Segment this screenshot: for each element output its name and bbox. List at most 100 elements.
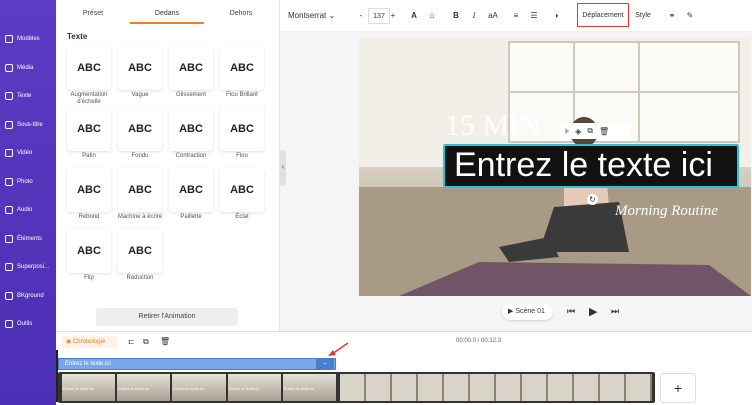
sidebar-item-label: Photo xyxy=(17,178,33,185)
text-track-clip[interactable]: Entrez le texte ici xyxy=(58,358,336,370)
animation-card[interactable]: ABC xyxy=(220,107,264,151)
animation-preview: ABC xyxy=(128,245,152,257)
font-name: Montserrat xyxy=(288,11,327,20)
play-button-icon[interactable]: ▶ xyxy=(589,305,597,318)
text-icon xyxy=(5,92,13,100)
text-clip-label: Entrez le texte ici xyxy=(65,361,111,367)
animation-card[interactable]: ABC xyxy=(118,168,162,212)
list-icon[interactable]: ☰ xyxy=(528,8,540,24)
sidebar-item[interactable]: Modèles xyxy=(0,28,56,50)
video-thumbnails xyxy=(340,374,652,401)
sidebar-item[interactable]: Vidéo xyxy=(0,142,56,164)
remove-animation-button[interactable]: Retirer l'Animation xyxy=(96,308,238,326)
deplacement-button[interactable]: Déplacement xyxy=(577,3,629,27)
animation-card[interactable]: ABC xyxy=(169,46,213,90)
scene-selector[interactable]: ▶ Scène 01 xyxy=(502,304,553,320)
tab-dedans[interactable]: Dedans xyxy=(130,0,204,24)
layers-icon[interactable]: ◈ xyxy=(575,127,581,136)
font-size-decrease-button[interactable]: - xyxy=(356,8,366,24)
sidebar-item[interactable]: Superposi... xyxy=(0,256,56,278)
animation-preview: ABC xyxy=(230,123,254,135)
split-icon[interactable]: ⊏ xyxy=(128,337,135,346)
video-preview[interactable]: 15 MIN Entrez le texte ici Morning Routi… xyxy=(359,37,751,296)
title-text[interactable]: 15 MIN xyxy=(445,109,541,143)
sidebar-item[interactable]: BKground xyxy=(0,285,56,307)
subtitle-icon xyxy=(5,120,13,129)
italic-icon[interactable]: I xyxy=(468,8,480,24)
red-arrow-icon xyxy=(328,342,349,356)
animation-card[interactable]: ABC xyxy=(220,46,264,90)
style-button[interactable]: Style xyxy=(632,8,654,24)
animation-preview: ABC xyxy=(77,245,101,257)
sidebar-item[interactable]: Éléments xyxy=(0,228,56,250)
animation-card[interactable]: ABC xyxy=(67,168,111,212)
chronologie-button[interactable]: ◉ Chronologie xyxy=(62,336,118,348)
animation-card[interactable]: ABC xyxy=(118,46,162,90)
thumbnail: Entrez le texte ici xyxy=(117,374,171,401)
font-select[interactable]: Montserrat ⌄ xyxy=(288,8,352,24)
animation-preview: ABC xyxy=(179,184,203,196)
animation-card[interactable]: ABC xyxy=(118,107,162,151)
animation-card[interactable]: ABC xyxy=(220,168,264,212)
opacity-icon[interactable]: ◑ xyxy=(550,8,562,24)
align-icon[interactable]: ⊧ xyxy=(565,127,569,136)
sidebar-item[interactable]: Média xyxy=(0,57,56,79)
animation-preview: ABC xyxy=(230,184,254,196)
animation-card[interactable]: ABC xyxy=(118,229,162,273)
animation-card[interactable]: ABC xyxy=(67,46,111,90)
align-icon[interactable]: ≡ xyxy=(510,8,522,24)
animation-preview: ABC xyxy=(128,184,152,196)
animation-preview: ABC xyxy=(77,184,101,196)
tab-dehors[interactable]: Dehors xyxy=(204,0,278,24)
collapse-panel-handle[interactable]: ‹ xyxy=(280,150,286,186)
video-thumbnails-text: Entrez le texte ici Entrez le texte ici … xyxy=(62,374,337,401)
clip-resize-handle[interactable]: ⇔ xyxy=(316,359,334,369)
text-color-icon[interactable]: A xyxy=(408,8,420,24)
thumbnail: Entrez le texte ici xyxy=(172,374,226,401)
play-icon: ▶ xyxy=(508,308,514,315)
duplicate-icon[interactable]: ⧉ xyxy=(587,126,593,136)
delete-clip-icon[interactable]: 🗑 xyxy=(160,337,170,346)
sidebar-item-label: Éléments xyxy=(17,235,43,242)
sidebar-item[interactable]: Outils xyxy=(0,313,56,335)
animation-card[interactable]: ABC xyxy=(169,107,213,151)
sidebar-item[interactable]: Texte xyxy=(0,85,56,107)
sidebar-item[interactable]: Sous-titre xyxy=(0,114,56,136)
tab-preset[interactable]: Préset xyxy=(56,0,130,24)
next-icon[interactable]: ⏭ xyxy=(611,306,619,317)
text-case-button[interactable]: aA xyxy=(486,8,500,24)
animation-card[interactable]: ABC xyxy=(67,107,111,151)
thumbnail: Entrez le texte ici xyxy=(62,374,116,401)
previous-icon[interactable]: ⏮ xyxy=(567,306,575,317)
main-text[interactable]: Entrez le texte ici xyxy=(454,146,713,185)
bold-icon[interactable]: B xyxy=(450,8,462,24)
rotate-icon[interactable]: ↻ xyxy=(587,194,598,205)
sidebar: Modèles Média Texte Sous-titre Vidéo Photo Aud… xyxy=(0,0,56,405)
background-icon xyxy=(5,291,13,300)
animation-preview: ABC xyxy=(179,62,203,74)
video-icon xyxy=(5,149,13,157)
element-quick-toolbar: ⊧ ◈ ⧉ 🗑 xyxy=(559,123,631,139)
chronologie-label: Chronologie xyxy=(72,339,106,345)
animation-label: Flou Brillant xyxy=(226,92,258,98)
edit-icon[interactable]: ✎ xyxy=(684,8,696,24)
add-scene-button[interactable]: + xyxy=(660,373,696,403)
font-size-field[interactable]: 137 xyxy=(368,8,390,24)
animation-card[interactable]: ABC xyxy=(169,168,213,212)
highlight-color-icon[interactable]: ⌂ xyxy=(426,8,438,24)
font-size-increase-button[interactable]: + xyxy=(388,8,398,24)
delete-icon[interactable]: 🗑 xyxy=(599,127,609,136)
subtitle-text[interactable]: Morning Routine xyxy=(615,203,718,220)
section-title: Texte xyxy=(67,32,88,41)
sidebar-item[interactable]: Audio xyxy=(0,199,56,221)
sidebar-item-label: Modèles xyxy=(17,36,40,42)
animation-card[interactable]: ABC xyxy=(67,229,111,273)
animation-preview: ABC xyxy=(77,123,101,135)
sidebar-item[interactable]: Photo xyxy=(0,171,56,193)
sidebar-item-label: Superposi... xyxy=(17,264,50,270)
sidebar-item-label: Texte xyxy=(17,93,32,99)
thumbnail: Entrez le texte ici xyxy=(227,374,281,401)
duplicate-clip-icon[interactable]: ⧉ xyxy=(143,337,149,347)
folder-icon xyxy=(5,63,13,72)
effects-icon[interactable]: ⚭ xyxy=(666,8,678,24)
